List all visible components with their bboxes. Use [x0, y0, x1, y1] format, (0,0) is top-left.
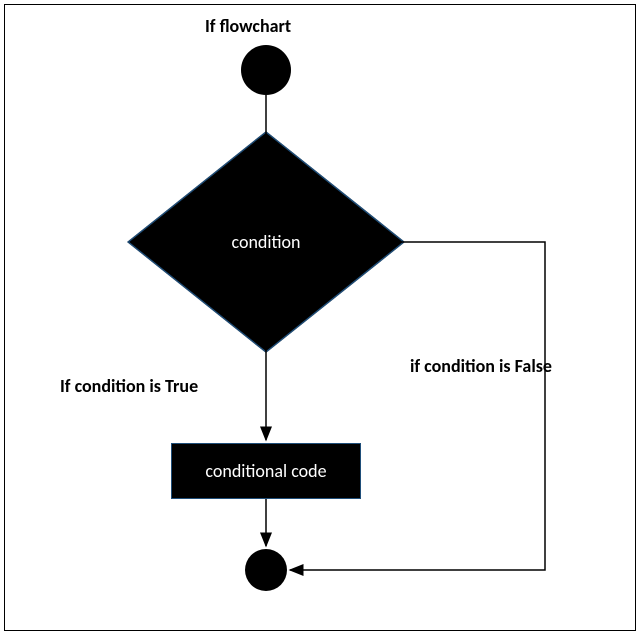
condition-node: condition [167, 163, 365, 321]
start-node [241, 45, 291, 95]
diagram-title: If flowchart [205, 15, 291, 37]
code-node: conditional code [171, 443, 361, 499]
diagram-canvas: If flowchart condition If condition is T… [4, 4, 636, 631]
code-label: conditional code [205, 460, 326, 482]
condition-label: condition [232, 231, 301, 253]
false-branch-label: if condition is False [410, 355, 552, 377]
true-branch-label: If condition is True [60, 375, 198, 397]
end-node [245, 549, 287, 591]
